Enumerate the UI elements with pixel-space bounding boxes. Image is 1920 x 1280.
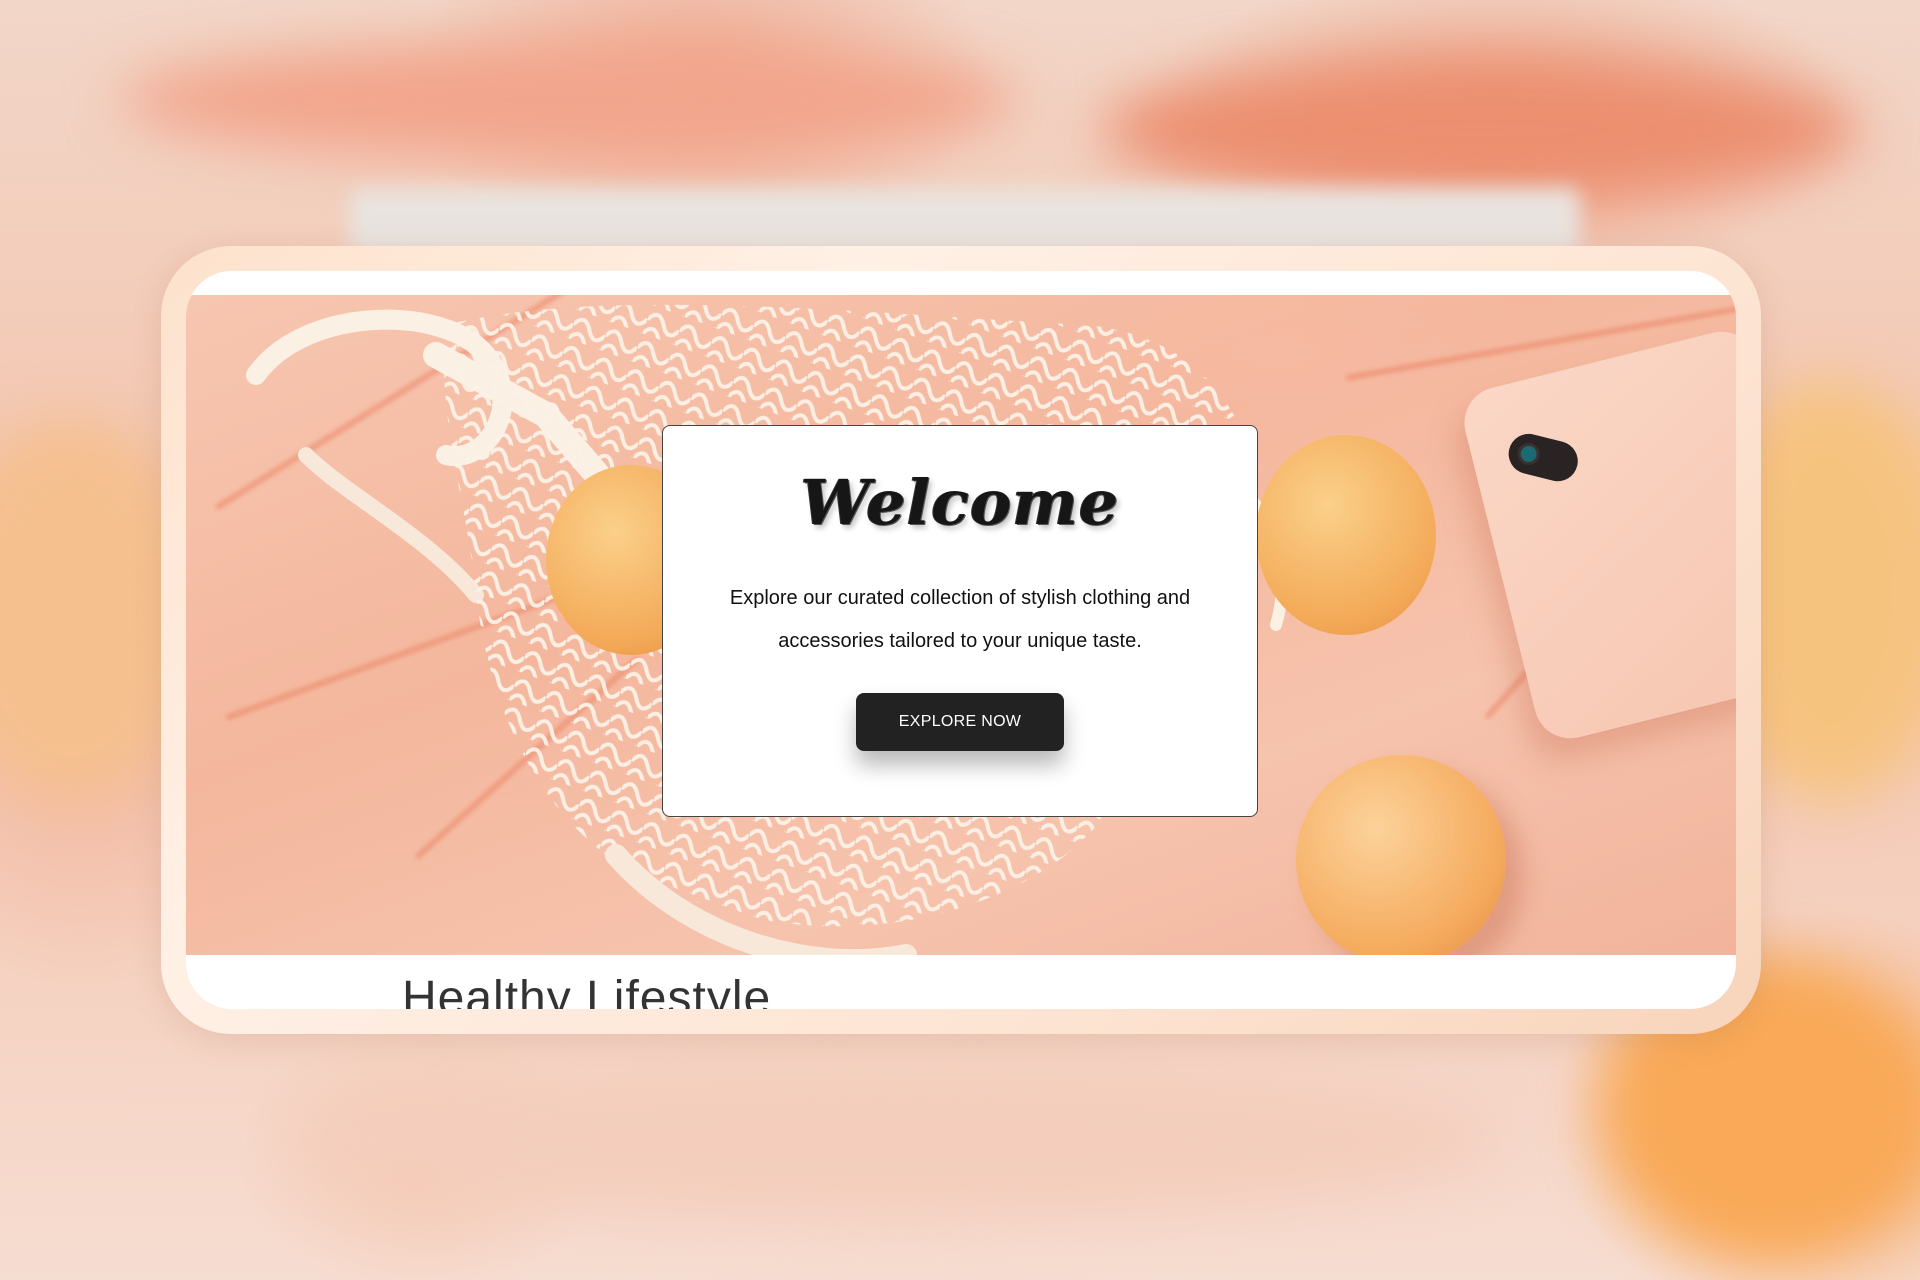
blur-shape xyxy=(120,40,1020,160)
modal-description: Explore our curated collection of stylis… xyxy=(729,587,1191,652)
explore-now-button[interactable]: EXPLORE NOW xyxy=(856,693,1064,751)
blur-shape xyxy=(1100,60,1860,200)
device-frame: Welcome Explore our curated collection o… xyxy=(161,246,1761,1034)
peach xyxy=(1296,755,1506,955)
camera-icon xyxy=(1504,429,1583,486)
welcome-modal: Welcome Explore our curated collection o… xyxy=(662,425,1258,817)
peach xyxy=(1256,435,1436,635)
website-screen: Welcome Explore our curated collection o… xyxy=(186,271,1736,1009)
hero-banner: Welcome Explore our curated collection o… xyxy=(186,295,1736,955)
modal-title: Welcome xyxy=(800,466,1120,539)
blur-shape xyxy=(300,1060,1500,1220)
section-heading: Healthy Lifestyle xyxy=(402,972,772,1009)
top-bar xyxy=(186,271,1736,295)
